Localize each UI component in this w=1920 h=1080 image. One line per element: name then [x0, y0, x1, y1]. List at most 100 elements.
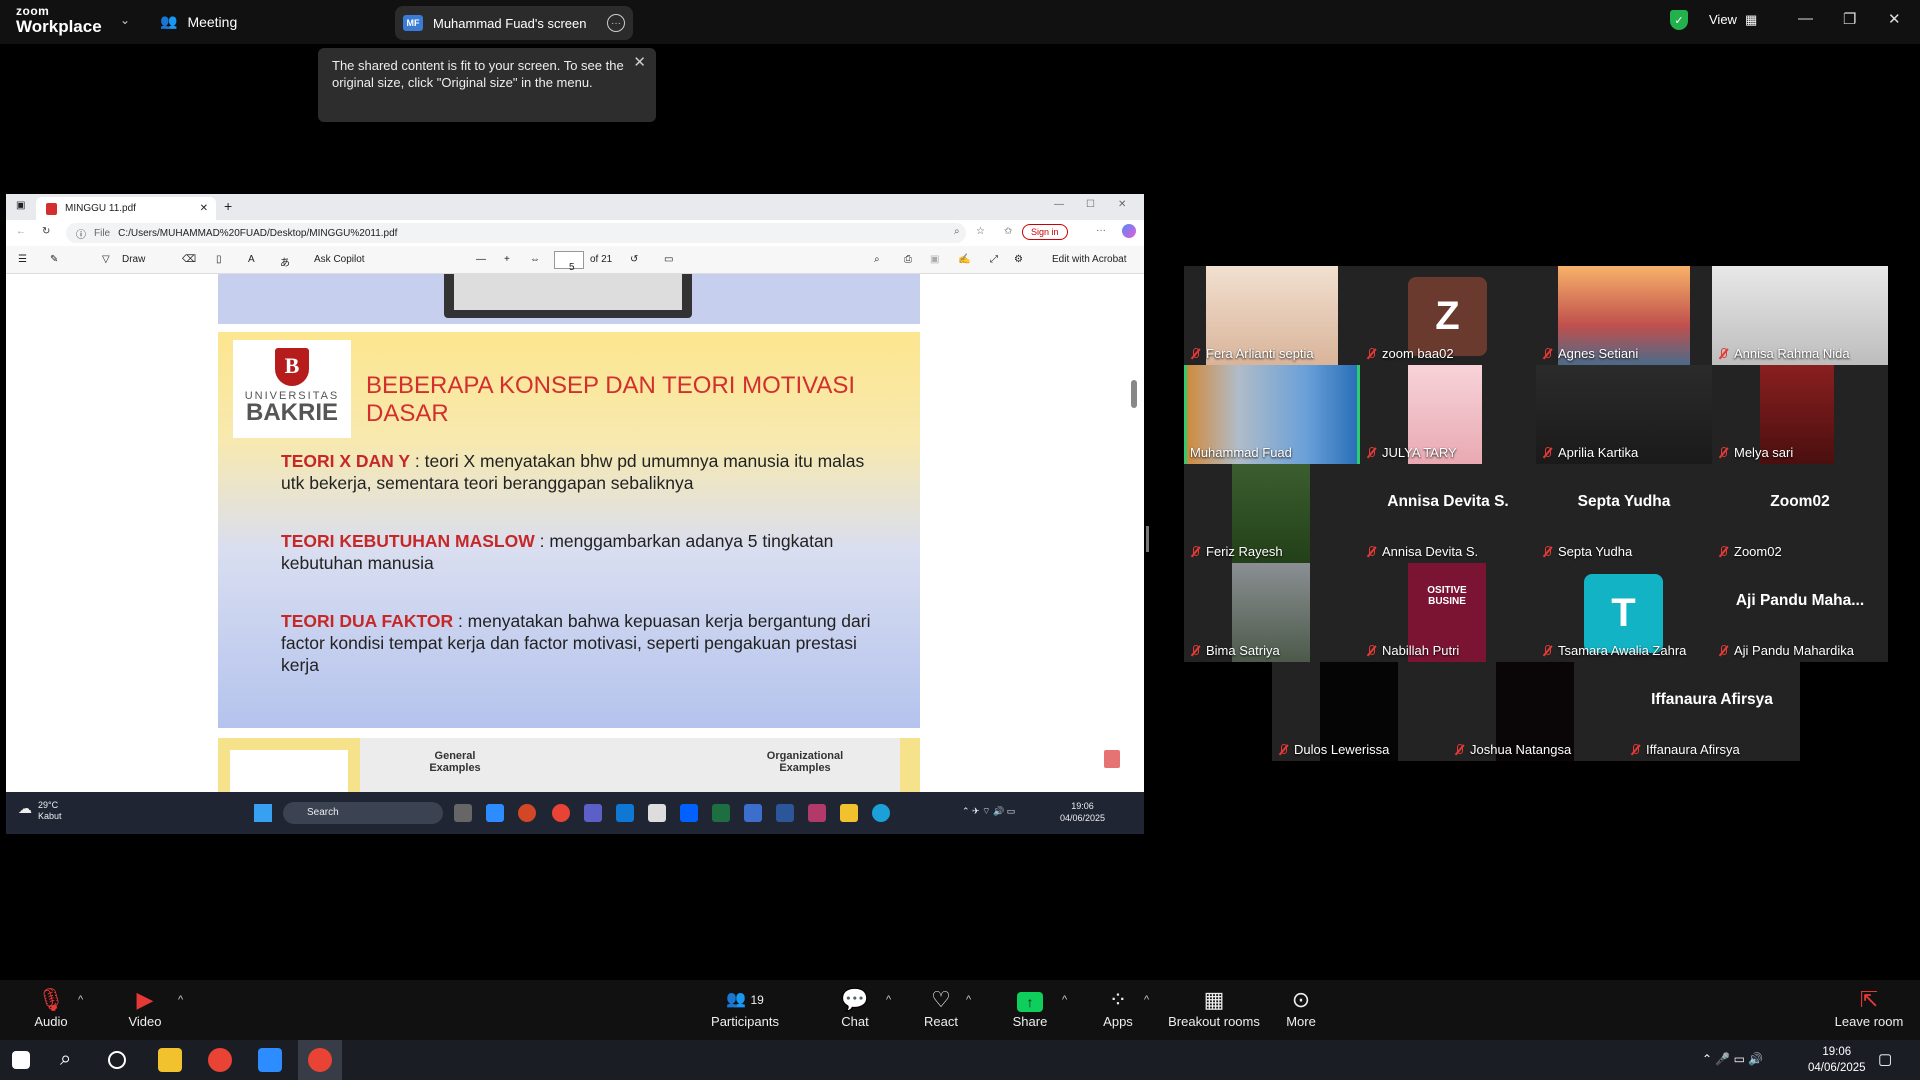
- system-tray-icons[interactable]: ⌃ 🎤 ▭ 🔊: [1702, 1052, 1763, 1066]
- save-icon[interactable]: ▣: [930, 254, 939, 265]
- close-icon[interactable]: ✕: [1118, 199, 1126, 210]
- print-icon[interactable]: ⎙: [904, 254, 912, 265]
- video-options-caret[interactable]: ^: [178, 994, 183, 1006]
- audio-button[interactable]: 🎙 Audio: [6, 986, 96, 1029]
- more-options-icon[interactable]: ···: [607, 14, 625, 32]
- share-button[interactable]: ↑ Share: [985, 986, 1075, 1029]
- apps-options-caret[interactable]: ^: [1144, 994, 1149, 1006]
- participant-tile[interactable]: Septa Yudha Septa Yudha: [1536, 464, 1712, 563]
- highlight-icon[interactable]: ✎: [50, 254, 58, 265]
- tray-icons[interactable]: ⌃ ✈ ⌔ 🔊 ▭: [962, 806, 1015, 817]
- participant-tile[interactable]: Melya sari: [1712, 365, 1888, 464]
- translate-icon[interactable]: あ: [280, 254, 290, 269]
- search-box[interactable]: Search: [283, 802, 443, 824]
- meeting-info-button[interactable]: 👥 Meeting: [160, 13, 237, 30]
- search-icon[interactable]: ⌕: [874, 254, 880, 265]
- fullscreen-icon[interactable]: ⤢: [990, 254, 998, 265]
- participant-tile-active-speaker[interactable]: Muhammad Fuad: [1184, 365, 1360, 464]
- zoom-in-icon[interactable]: +: [504, 254, 510, 265]
- eraser-icon[interactable]: ⌫: [182, 254, 196, 265]
- more-button[interactable]: ⊙ More: [1256, 986, 1346, 1029]
- search-icon[interactable]: ⌕: [60, 1048, 84, 1072]
- word-icon[interactable]: [776, 804, 794, 822]
- edit-with-acrobat-button[interactable]: Edit with Acrobat: [1052, 254, 1126, 265]
- system-clock[interactable]: 19:06 04/06/2025: [1808, 1044, 1866, 1076]
- weather-widget[interactable]: ☁ 29°C Kabut: [18, 800, 62, 822]
- copilot-icon[interactable]: [1122, 224, 1136, 238]
- page-view-icon[interactable]: ▯: [216, 254, 222, 265]
- apps-button[interactable]: ⁘ Apps: [1073, 986, 1163, 1029]
- view-button[interactable]: View ▦: [1709, 12, 1757, 28]
- task-view-icon[interactable]: [454, 804, 472, 822]
- participant-tile[interactable]: Feriz Rayesh: [1184, 464, 1360, 563]
- teams-icon[interactable]: [584, 804, 602, 822]
- chrome-icon[interactable]: [552, 804, 570, 822]
- video-button[interactable]: ▶ Video: [100, 986, 190, 1029]
- react-button[interactable]: ♡ React: [896, 986, 986, 1029]
- participant-tile[interactable]: OSITIVE BUSINE Nabillah Putri: [1360, 563, 1536, 662]
- draw-icon[interactable]: ▽: [102, 254, 110, 265]
- page-number-input[interactable]: 5: [554, 251, 584, 273]
- app-icon[interactable]: [744, 804, 762, 822]
- fit-page-icon[interactable]: ⇔: [530, 254, 540, 265]
- notifications-icon[interactable]: ▢: [1878, 1050, 1892, 1068]
- pdf-viewer[interactable]: B UNIVERSITAS BAKRIE BEBERAPA KONSEP DAN…: [6, 274, 1144, 800]
- zoom-app-icon[interactable]: [258, 1048, 282, 1072]
- dropbox-icon[interactable]: [680, 804, 698, 822]
- participants-button[interactable]: 👥 19 Participants: [700, 986, 790, 1029]
- participant-tile[interactable]: Annisa Devita S. Annisa Devita S.: [1360, 464, 1536, 563]
- address-bar[interactable]: ⓘ File C:/Users/MUHAMMAD%20FUAD/Desktop/…: [66, 223, 966, 243]
- file-explorer-icon[interactable]: [840, 804, 858, 822]
- outlook-icon[interactable]: [616, 804, 634, 822]
- sign-in-button[interactable]: Sign in: [1022, 224, 1068, 240]
- favorites-icon[interactable]: ✩: [1004, 226, 1012, 237]
- settings-more-icon[interactable]: ···: [1096, 225, 1106, 236]
- audio-options-caret[interactable]: ^: [78, 994, 83, 1006]
- react-options-caret[interactable]: ^: [966, 994, 971, 1006]
- chevron-down-icon[interactable]: ⌄: [120, 13, 130, 27]
- participant-tile[interactable]: JULYA TARY: [1360, 365, 1536, 464]
- ask-copilot-button[interactable]: Ask Copilot: [314, 254, 365, 265]
- restore-icon[interactable]: ❐: [1843, 10, 1856, 28]
- minimize-icon[interactable]: —: [1054, 199, 1064, 210]
- two-page-icon[interactable]: ▭: [664, 254, 673, 265]
- file-explorer-icon[interactable]: [158, 1048, 182, 1072]
- store-icon[interactable]: [648, 804, 666, 822]
- shared-screen-pill[interactable]: MF Muhammad Fuad's screen ···: [395, 6, 633, 40]
- draw-button[interactable]: Draw: [122, 254, 145, 265]
- participant-tile[interactable]: T Tsamara Awalia Zahra: [1536, 563, 1712, 662]
- windows-start-icon[interactable]: [12, 1051, 30, 1069]
- resize-handle[interactable]: [1146, 526, 1149, 552]
- participant-tile[interactable]: Iffanaura Afirsya Iffanaura Afirsya: [1624, 662, 1800, 761]
- zoom-out-icon[interactable]: —: [476, 254, 486, 265]
- share-options-caret[interactable]: ^: [1062, 994, 1067, 1006]
- contents-icon[interactable]: ☰: [18, 254, 27, 265]
- reload-icon[interactable]: ↻: [42, 226, 50, 237]
- zoom-icon[interactable]: ⌕: [954, 226, 960, 237]
- participant-tile[interactable]: Agnes Setiani: [1536, 266, 1712, 365]
- cortana-icon[interactable]: [108, 1051, 126, 1069]
- leave-room-button[interactable]: ⇱ Leave room: [1824, 986, 1914, 1029]
- participant-tile[interactable]: Aprilia Kartika: [1536, 365, 1712, 464]
- close-icon[interactable]: ✕: [1888, 10, 1901, 28]
- back-icon[interactable]: ←: [16, 226, 26, 237]
- maximize-icon[interactable]: ☐: [1086, 199, 1095, 210]
- participant-tile[interactable]: Aji Pandu Maha... Aji Pandu Mahardika: [1712, 563, 1888, 662]
- participant-tile[interactable]: Zoom02 Zoom02: [1712, 464, 1888, 563]
- pdf-scrollbar[interactable]: [1130, 274, 1138, 792]
- minimize-icon[interactable]: —: [1798, 10, 1813, 27]
- powerpoint-icon[interactable]: [518, 804, 536, 822]
- chat-button[interactable]: 💬 Chat: [810, 986, 900, 1029]
- chat-options-caret[interactable]: ^: [886, 994, 891, 1006]
- acrobat-icon[interactable]: [1104, 750, 1120, 768]
- windows-start-icon[interactable]: [254, 804, 272, 822]
- zoom-app-icon[interactable]: [486, 804, 504, 822]
- excel-icon[interactable]: [712, 804, 730, 822]
- snipping-icon[interactable]: [808, 804, 826, 822]
- close-tab-icon[interactable]: ✕: [200, 203, 208, 214]
- star-icon[interactable]: ☆: [976, 226, 985, 237]
- tab-actions-icon[interactable]: ▣: [16, 200, 25, 211]
- sign-icon[interactable]: ✍: [958, 254, 970, 265]
- new-tab-icon[interactable]: +: [224, 198, 232, 214]
- participant-tile[interactable]: Joshua Natangsa: [1448, 662, 1624, 761]
